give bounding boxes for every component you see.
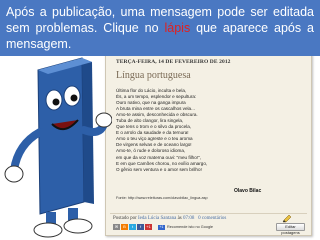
post-title[interactable]: Língua portuguesa — [116, 70, 191, 81]
share-row: ✉ B t f +1 +1 Recomende isto no Google — [113, 224, 263, 231]
google-plus-one-icon[interactable]: +1 — [145, 224, 152, 230]
posted-at-label: às — [176, 216, 183, 221]
post-time-link[interactable]: 07:08 — [183, 216, 194, 221]
facebook-icon[interactable]: f — [137, 224, 144, 230]
edit-posts-button[interactable]: Editar postagens — [276, 223, 305, 235]
plus-one-badge-icon: +1 — [158, 224, 165, 230]
posted-by-line: Postado por Ieda Lúcia Santana às 07:08 … — [113, 216, 226, 221]
poem-author: Olavo Bilac — [234, 188, 262, 194]
posted-by-label: Postado por — [113, 216, 138, 221]
author-link[interactable]: Ieda Lúcia Santana — [138, 216, 176, 221]
recommend-label: Recomende isto no Google — [167, 225, 214, 229]
post-date: TERÇA-FEIRA, 14 DE FEVEREIRO DE 2012 — [116, 59, 231, 65]
recommend-google[interactable]: +1 Recomende isto no Google — [158, 224, 213, 230]
pencil-icon[interactable] — [282, 215, 292, 223]
poem-text: Última flor do Lácio, inculta e bela, És,… — [116, 88, 306, 173]
email-icon[interactable]: ✉ — [113, 224, 120, 230]
poem-line: O gênio sem ventura e o amor sem brilho! — [116, 166, 202, 172]
twitter-icon[interactable]: t — [129, 224, 136, 230]
instruction-callout: Após a publicação, uma mensagem pode ser… — [0, 0, 320, 56]
blog-post-panel: TERÇA-FEIRA, 14 DE FEVEREIRO DE 2012 Lín… — [105, 54, 312, 236]
mascot-character — [4, 57, 112, 238]
post-footer: Postado por Ieda Lúcia Santana às 07:08 … — [110, 213, 307, 235]
callout-highlight: lápis — [164, 21, 191, 35]
source-line[interactable]: Fonte: http://www.releituras.com/olavobi… — [116, 196, 208, 200]
blogger-icon[interactable]: B — [121, 224, 128, 230]
comments-link[interactable]: 0 comentários — [198, 216, 226, 221]
